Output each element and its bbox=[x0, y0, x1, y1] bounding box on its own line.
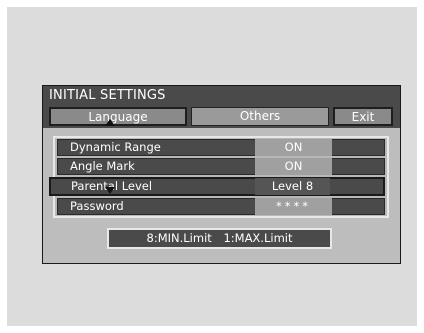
min-limit-hint: 8:MIN.Limit bbox=[146, 231, 212, 245]
menu-tabs: Language Others Exit bbox=[43, 105, 400, 128]
tab-others[interactable]: Others bbox=[191, 107, 329, 126]
limit-hint-bar: 8:MIN.Limit 1:MAX.Limit bbox=[107, 228, 332, 249]
tab-exit[interactable]: Exit bbox=[333, 107, 393, 126]
tv-screen: INITIAL SETTINGS Language Others Exit Dy… bbox=[7, 7, 417, 326]
menu-title: INITIAL SETTINGS bbox=[43, 86, 400, 105]
setting-label: Angle Mark bbox=[70, 159, 135, 173]
setting-value[interactable]: **** bbox=[255, 198, 332, 215]
setting-label: Dynamic Range bbox=[70, 140, 161, 154]
tab-language[interactable]: Language bbox=[49, 107, 187, 126]
setting-row-password[interactable]: Password **** bbox=[57, 198, 385, 215]
setting-value[interactable]: ON bbox=[255, 158, 332, 175]
settings-panel: Dynamic Range ON Angle Mark ON Parental … bbox=[49, 136, 389, 218]
setting-label: Password bbox=[70, 199, 124, 213]
setting-row-parental-level[interactable]: Parental Level Level 8 bbox=[49, 177, 385, 196]
scroll-down-arrow-icon bbox=[105, 187, 115, 194]
setting-row-angle-mark[interactable]: Angle Mark ON bbox=[57, 158, 385, 175]
initial-settings-menu: INITIAL SETTINGS Language Others Exit Dy… bbox=[42, 85, 401, 264]
setting-value[interactable]: Level 8 bbox=[255, 178, 330, 195]
scroll-up-arrow-icon bbox=[105, 119, 115, 126]
max-limit-hint: 1:MAX.Limit bbox=[223, 231, 293, 245]
setting-row-dynamic-range[interactable]: Dynamic Range ON bbox=[57, 139, 385, 156]
setting-value[interactable]: ON bbox=[255, 139, 332, 156]
